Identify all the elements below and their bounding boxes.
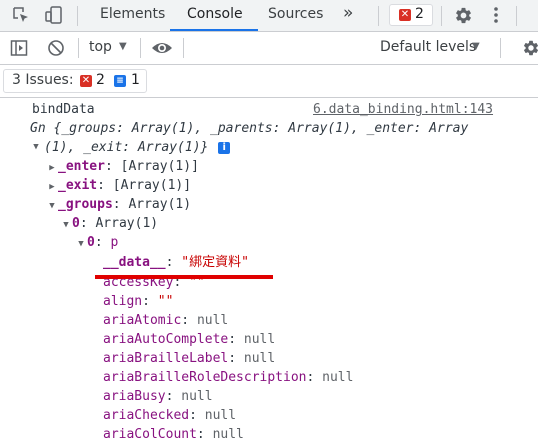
highlight-underline [95,275,273,279]
property-row: ariaBrailleRoleDescription: null [103,370,354,385]
device-toolbar-icon[interactable] [44,5,64,25]
issues-button[interactable]: 3 Issues: ✕ 2 ≡ 1 [3,69,147,93]
prop-groups[interactable]: ▼ _groups: Array(1) [46,195,191,214]
tab-divider [441,6,442,26]
prop-value: [Array(1)] [120,159,199,174]
prop-key: __data__ [103,255,166,270]
console-toolbar: top ▼ Default levels ▼ [0,32,538,92]
prop-value: null [322,370,354,385]
error-icon: ✕ [80,75,92,87]
prop-value: "" [157,294,174,309]
prop-element-0[interactable]: ▼ 0: p [75,233,118,252]
tab-divider [378,6,379,26]
prop-data: __data__: "綁定資料" [103,255,249,270]
error-icon: ✕ [399,9,411,21]
prop-key: 0 [72,216,80,231]
prop-key: ariaChecked [103,408,190,423]
property-row: ariaColCount: null [103,427,244,442]
property-row: ariaAtomic: null [103,313,229,328]
more-tabs-button[interactable]: » [343,3,353,23]
prop-value: Array(1) [128,197,192,212]
object-summary-cont: (1), _exit: Array(1)} i [44,138,231,157]
log-levels-dropdown[interactable]: Default levels ▼ [380,39,485,57]
issues-error-count: 2 [96,72,105,88]
property-row: ariaBrailleLabel: null [103,351,276,366]
prop-key: ariaAutoComplete [103,332,229,347]
property-row: ariaChecked: null [103,408,237,423]
prop-value: null [204,408,237,423]
tab-sources[interactable]: Sources [268,6,323,22]
tab-divider [77,6,78,26]
active-tab-indicator [170,29,258,31]
object-summary[interactable]: Gn {_groups: Array(1), _parents: Array(1… [30,119,468,138]
issues-bar: 3 Issues: ✕ 2 ≡ 1 [0,65,538,98]
expanded-triangle-icon[interactable]: ▼ [30,142,42,152]
prop-value: Array(1) [95,216,159,231]
prop-value: null [181,389,213,404]
prop-value: null [243,351,276,366]
prop-key: align [103,294,143,309]
property-row: ariaBusy: null [103,389,213,404]
chevron-down-icon: ▼ [119,41,127,52]
prop-enter[interactable]: ▶ _enter: [Array(1)] [46,157,199,176]
devtools-tab-bar: Elements Console Sources » ✕ 2 [0,0,538,32]
prop-key: ariaColCount [103,427,197,442]
expanded-triangle-icon: ▼ [78,239,84,249]
issues-label: 3 Issues: [12,72,74,88]
expanded-triangle-icon: ▼ [49,201,55,211]
info-message-icon: ≡ [114,75,126,87]
inspect-element-icon[interactable] [12,6,30,24]
prop-key: ariaBrailleLabel [103,351,229,366]
tab-divider [516,6,517,26]
prop-key: _groups [58,197,113,212]
prop-key: _enter [58,159,105,174]
source-link[interactable]: 6.data_binding.html:143 [313,100,493,119]
tab-elements[interactable]: Elements [100,6,165,22]
object-summary-text: Gn {_groups: Array(1), _parents: Array(1… [30,121,469,136]
tab-console[interactable]: Console [187,6,243,22]
info-icon[interactable]: i [218,141,231,154]
context-selector[interactable]: top ▼ [89,39,133,57]
context-label: top [89,39,112,55]
prop-value: null [196,313,229,328]
prop-key: 0 [87,235,95,250]
show-sidebar-icon[interactable] [10,39,28,57]
error-count-badge[interactable]: ✕ 2 [389,4,433,26]
prop-key: ariaBrailleRoleDescription [103,370,307,385]
prop-value: p [110,235,119,250]
eye-icon[interactable] [151,40,173,56]
toolbar-divider [140,38,141,58]
prop-exit[interactable]: ▶ _exit: [Array(1)] [46,176,191,195]
expanded-triangle-icon: ▼ [63,220,69,230]
toolbar-divider [183,38,184,58]
error-count: 2 [415,6,424,22]
prop-value: [Array(1)] [112,178,192,193]
prop-value: "綁定資料" [181,255,249,270]
issues-info-count: 1 [131,72,140,88]
console-output: bindData 6.data_binding.html:143 Gn {_gr… [0,98,538,447]
prop-key: _exit [58,178,98,193]
property-row: align: "" [103,294,174,309]
prop-key: ariaBusy [103,389,166,404]
prop-groups-0[interactable]: ▼ 0: Array(1) [60,214,158,233]
prop-value: null [243,332,276,347]
toolbar-divider [500,38,501,58]
prop-value: null [212,427,244,442]
property-row: ariaAutoComplete: null [103,332,276,347]
console-settings-gear-icon[interactable] [522,39,538,57]
clear-console-icon[interactable] [47,39,65,57]
object-summary-text-2: (1), _exit: Array(1)} [44,140,209,155]
prop-key: ariaAtomic [103,313,182,328]
toolbar-divider [78,38,79,58]
log-levels-label: Default levels [380,39,477,55]
gear-icon[interactable] [454,6,473,25]
more-options-icon[interactable] [487,6,505,24]
chevron-down-icon: ▼ [472,41,480,52]
log-message-label: bindData [32,102,95,117]
